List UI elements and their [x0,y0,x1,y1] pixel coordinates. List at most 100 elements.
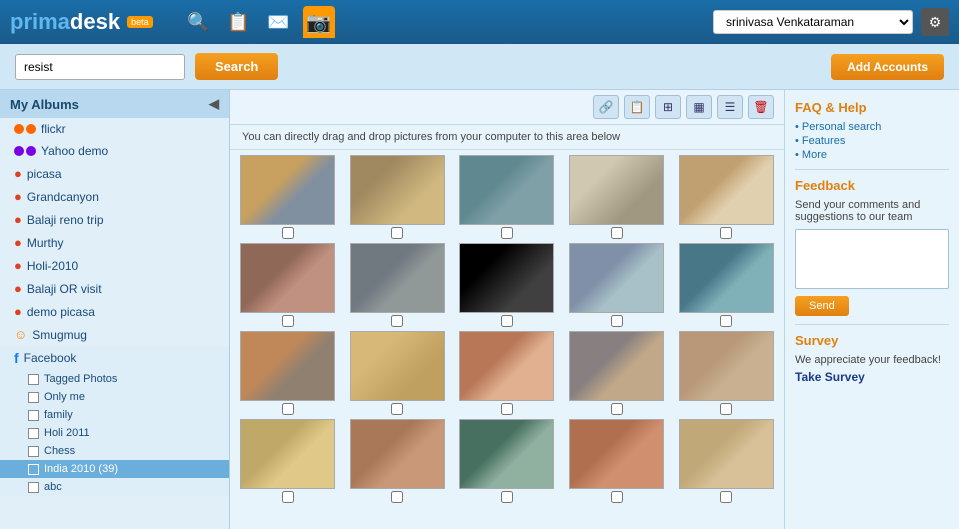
header-icons: 🔍 📋 ✉️ 📷 [183,6,335,38]
sidebar-label-family: family [44,409,73,421]
right-panel: FAQ & Help • Personal search • Features … [784,90,959,529]
feedback-textarea[interactable] [795,229,949,289]
header: primadesk beta 🔍 📋 ✉️ 📷 srinivasa Venkat… [0,0,959,44]
photo-checkbox[interactable] [611,315,623,327]
photo-thumb[interactable] [240,331,335,401]
photo-checkbox[interactable] [611,491,623,503]
add-accounts-button[interactable]: Add Accounts [831,54,944,80]
sidebar-item-smugmug[interactable]: ☺ Smugmug [0,323,229,346]
demo-picasa-icon: ● [14,304,22,319]
photo-checkbox[interactable] [391,403,403,415]
sidebar-item-family[interactable]: family [0,406,229,424]
grid-tool-button[interactable]: ⊞ [655,95,681,119]
photo-thumb[interactable] [350,243,445,313]
search-icon[interactable]: 🔍 [183,6,215,38]
sidebar-item-grandcanyon[interactable]: ● Grandcanyon [0,185,229,208]
photo-checkbox[interactable] [611,227,623,239]
sidebar-item-india2010[interactable]: India 2010 (39) [0,460,229,478]
photo-checkbox[interactable] [611,403,623,415]
photo-checkbox[interactable] [282,227,294,239]
photo-thumb[interactable] [240,243,335,313]
sidebar-item-facebook[interactable]: f Facebook [0,346,229,370]
search-input[interactable] [15,54,185,80]
photo-thumb[interactable] [569,331,664,401]
photo-checkbox[interactable] [282,403,294,415]
sidebar-item-holi2011[interactable]: Holi 2011 [0,424,229,442]
photo-checkbox[interactable] [391,315,403,327]
photo-thumb[interactable] [569,419,664,489]
sidebar-collapse-icon[interactable]: ◀ [209,96,219,112]
photo-checkbox[interactable] [391,227,403,239]
abc-checkbox[interactable] [28,482,39,493]
photo-checkbox[interactable] [720,227,732,239]
sidebar-item-flickr[interactable]: flickr [0,118,229,140]
murthy-icon: ● [14,235,22,250]
photo-checkbox[interactable] [501,227,513,239]
photo-checkbox[interactable] [720,315,732,327]
photos-grid-wrapper[interactable] [230,150,784,529]
sidebar-item-picasa[interactable]: ● picasa [0,162,229,185]
holi2011-checkbox[interactable] [28,428,39,439]
sidebar-item-abc[interactable]: abc [0,478,229,496]
photo-thumb[interactable] [350,331,445,401]
faq-features-link[interactable]: • Features [795,135,949,147]
send-button[interactable]: Send [795,296,849,316]
faq-more-link[interactable]: • More [795,149,949,161]
photos-icon[interactable]: 📷 [303,6,335,38]
panel-divider1 [795,169,949,170]
mail-icon[interactable]: ✉️ [263,6,295,38]
sidebar-item-holi2010[interactable]: ● Holi-2010 [0,254,229,277]
sidebar-item-chess[interactable]: Chess [0,442,229,460]
only-me-checkbox[interactable] [28,392,39,403]
photo-thumb[interactable] [240,155,335,225]
photo-checkbox[interactable] [282,491,294,503]
delete-tool-button[interactable]: 🗑 [748,95,774,119]
photo-thumb[interactable] [350,419,445,489]
sidebar-label-holi2010: Holi-2010 [27,259,78,273]
search-button[interactable]: Search [195,53,278,80]
tagged-photos-checkbox[interactable] [28,374,39,385]
photo-thumb[interactable] [569,243,664,313]
photo-checkbox[interactable] [501,315,513,327]
list-tool-button[interactable]: ☰ [717,95,743,119]
photo-checkbox[interactable] [391,491,403,503]
sidebar-item-yahoo[interactable]: Yahoo demo [0,140,229,162]
photo-cell [564,331,670,415]
photo-checkbox[interactable] [282,315,294,327]
take-survey-link[interactable]: Take Survey [795,370,865,384]
balaji-or-icon: ● [14,281,22,296]
photo-thumb[interactable] [459,155,554,225]
photo-thumb[interactable] [679,155,774,225]
sidebar-item-only-me[interactable]: Only me [0,388,229,406]
user-select[interactable]: srinivasa Venkataraman [713,10,913,34]
sidebar-item-murthy[interactable]: ● Murthy [0,231,229,254]
photo-checkbox[interactable] [720,491,732,503]
photo-thumb[interactable] [679,419,774,489]
sidebar-item-demo-picasa[interactable]: ● demo picasa [0,300,229,323]
copy-tool-button[interactable]: 📋 [624,95,650,119]
photo-checkbox[interactable] [501,403,513,415]
photo-thumb[interactable] [459,419,554,489]
chess-checkbox[interactable] [28,446,39,457]
photo-thumb[interactable] [459,243,554,313]
document-icon[interactable]: 📋 [223,6,255,38]
sidebar-item-balaji-reno[interactable]: ● Balaji reno trip [0,208,229,231]
settings-button[interactable]: ⚙ [921,8,949,36]
family-checkbox[interactable] [28,410,39,421]
photo-thumb[interactable] [569,155,664,225]
photo-checkbox[interactable] [720,403,732,415]
photo-thumb[interactable] [679,243,774,313]
sidebar-item-tagged-photos[interactable]: Tagged Photos [0,370,229,388]
photo-thumb[interactable] [679,331,774,401]
photo-thumb[interactable] [240,419,335,489]
india2010-checkbox[interactable] [28,464,39,475]
photo-thumb[interactable] [350,155,445,225]
grid2-tool-button[interactable]: ▦ [686,95,712,119]
photo-checkbox[interactable] [501,491,513,503]
flickr-dot2 [26,124,36,134]
faq-personal-search-link[interactable]: • Personal search [795,121,949,133]
link-tool-button[interactable]: 🔗 [593,95,619,119]
photo-thumb[interactable] [459,331,554,401]
sidebar-item-balaji-or[interactable]: ● Balaji OR visit [0,277,229,300]
photo-cell [673,243,779,327]
